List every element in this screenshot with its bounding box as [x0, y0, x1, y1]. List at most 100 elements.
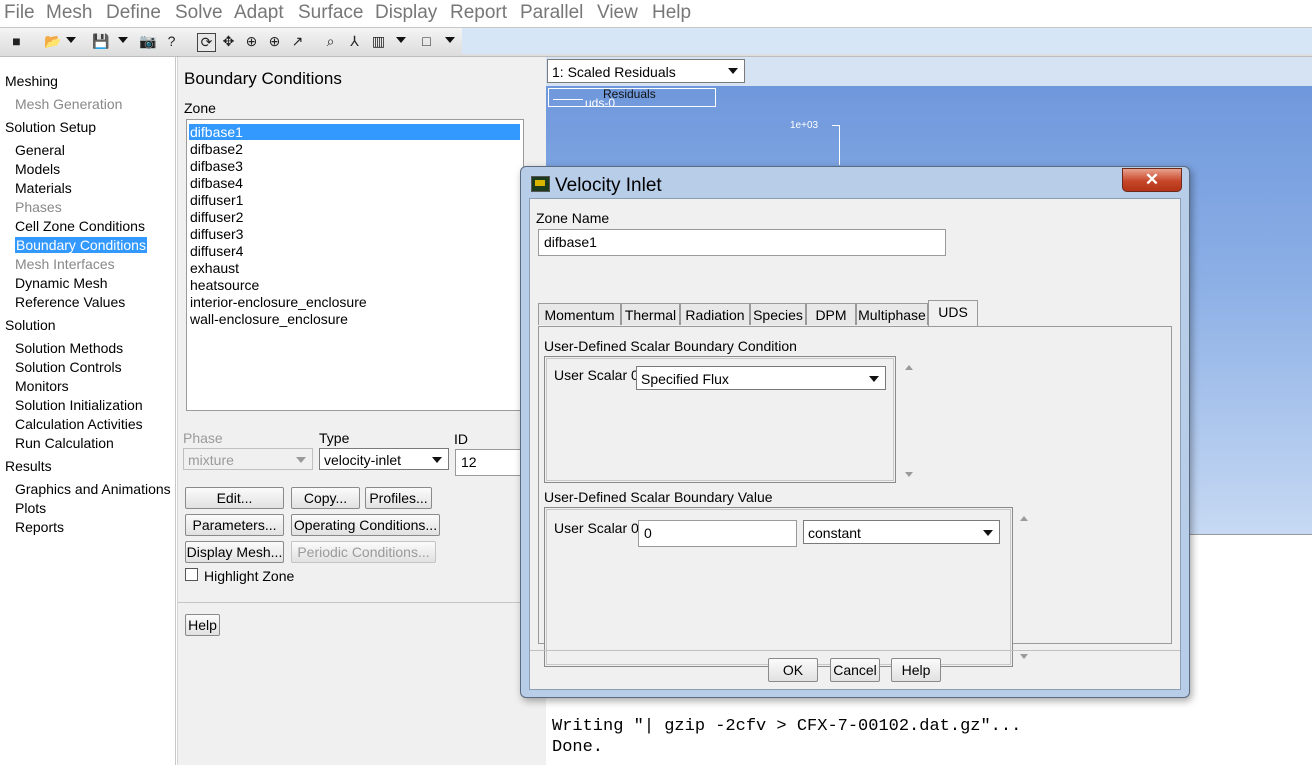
- zone-name-field[interactable]: difbase1: [538, 229, 946, 256]
- graphics-window-select[interactable]: 1: Scaled Residuals: [547, 59, 745, 83]
- tree-item-graphics-and-animations[interactable]: Graphics and Animations: [15, 481, 171, 497]
- operating-conditions-button[interactable]: Operating Conditions...: [291, 514, 440, 536]
- window-icon[interactable]: □: [418, 33, 435, 50]
- tree-item-dynamic-mesh[interactable]: Dynamic Mesh: [15, 275, 108, 291]
- tab-species[interactable]: Species: [750, 303, 806, 325]
- tree-item-monitors[interactable]: Monitors: [15, 378, 69, 394]
- tree-item-cell-zone-conditions[interactable]: Cell Zone Conditions: [15, 218, 145, 234]
- open-dropdown-icon[interactable]: [66, 37, 76, 43]
- zone-list-item[interactable]: difbase4: [190, 175, 243, 191]
- pan-icon[interactable]: ✥: [220, 33, 237, 50]
- tree-item-models[interactable]: Models: [15, 161, 60, 177]
- scroll-down-icon[interactable]: [905, 472, 913, 477]
- menu-file[interactable]: File: [4, 2, 35, 24]
- tab-momentum[interactable]: Momentum: [538, 303, 621, 325]
- open-icon[interactable]: 📂: [44, 33, 61, 50]
- zoom-icon[interactable]: ⊕: [243, 33, 260, 50]
- menu-mesh[interactable]: Mesh: [46, 2, 92, 24]
- zone-list-item[interactable]: diffuser3: [190, 226, 243, 242]
- profiles-button[interactable]: Profiles...: [365, 487, 432, 509]
- bc-type-select[interactable]: Specified Flux: [636, 366, 886, 390]
- menu-report[interactable]: Report: [450, 2, 507, 24]
- graphics-window-value: 1: Scaled Residuals: [552, 64, 676, 80]
- zone-list-item[interactable]: wall-enclosure_enclosure: [190, 311, 348, 327]
- zone-list-item[interactable]: difbase1: [189, 124, 520, 140]
- layout-icon[interactable]: ▥: [370, 33, 387, 50]
- value-section-label: User-Defined Scalar Boundary Value: [544, 489, 773, 505]
- parameters-button[interactable]: Parameters...: [185, 514, 284, 536]
- copy-button[interactable]: Copy...: [291, 487, 360, 509]
- bc-row-label: User Scalar 0: [554, 367, 639, 383]
- chevron-down-icon: [869, 376, 879, 382]
- zoom-fit-icon[interactable]: ⌕: [322, 33, 339, 50]
- type-label: Type: [319, 430, 350, 446]
- scroll-down-icon[interactable]: [1020, 654, 1028, 659]
- dialog-help-button[interactable]: Help: [891, 658, 941, 682]
- zone-list-item[interactable]: heatsource: [190, 277, 259, 293]
- menu-adapt[interactable]: Adapt: [234, 2, 284, 24]
- tree-item-plots[interactable]: Plots: [15, 500, 46, 516]
- value-group: User Scalar 0 0 constant: [544, 507, 1013, 667]
- tab-uds[interactable]: UDS: [928, 300, 978, 326]
- zone-list-item[interactable]: diffuser4: [190, 243, 243, 259]
- tree-item-solution-controls[interactable]: Solution Controls: [15, 359, 122, 375]
- zone-list-item[interactable]: interior-enclosure_enclosure: [190, 294, 367, 310]
- measure-icon[interactable]: ⅄: [346, 33, 363, 50]
- menu-view[interactable]: View: [597, 2, 638, 24]
- menu-help[interactable]: Help: [652, 2, 691, 24]
- save-icon[interactable]: 💾: [92, 33, 109, 50]
- menubar: File Mesh Define Solve Adapt Surface Display Re…: [0, 0, 1312, 26]
- window-dropdown-icon[interactable]: [445, 37, 455, 43]
- tree-item-solution-methods[interactable]: Solution Methods: [15, 340, 123, 356]
- scroll-up-icon[interactable]: [905, 365, 913, 370]
- tree-item-general[interactable]: General: [15, 142, 65, 158]
- zone-list-item[interactable]: exhaust: [190, 260, 239, 276]
- save-dropdown-icon[interactable]: [118, 37, 128, 43]
- tree-item-solution-initialization[interactable]: Solution Initialization: [15, 397, 143, 413]
- tree-item-results[interactable]: Results: [5, 458, 52, 474]
- camera-icon[interactable]: 📷: [139, 33, 156, 50]
- menu-surface[interactable]: Surface: [298, 2, 363, 24]
- zoom-in-icon[interactable]: ⊕: [266, 33, 283, 50]
- tree-item-solution[interactable]: Solution: [5, 317, 56, 333]
- rotate-icon[interactable]: ⟳: [197, 33, 216, 52]
- menu-define[interactable]: Define: [106, 2, 161, 24]
- tree-item-reports[interactable]: Reports: [15, 519, 64, 535]
- zone-list[interactable]: difbase1 difbase2 difbase3 difbase4 diffuser…: [186, 119, 524, 411]
- display-mesh-button[interactable]: Display Mesh...: [185, 541, 284, 563]
- tree-item-boundary-conditions[interactable]: Boundary Conditions: [15, 237, 147, 253]
- edit-button[interactable]: Edit...: [185, 487, 284, 509]
- tree-item-calculation-activities[interactable]: Calculation Activities: [15, 416, 143, 432]
- stop-icon[interactable]: ■: [8, 33, 25, 50]
- type-select[interactable]: velocity-inlet: [319, 448, 449, 470]
- tab-radiation[interactable]: Radiation: [680, 303, 750, 325]
- tab-dpm[interactable]: DPM: [806, 303, 856, 325]
- layout-dropdown-icon[interactable]: [396, 37, 406, 43]
- scroll-up-icon[interactable]: [1020, 516, 1028, 521]
- close-icon[interactable]: ✕: [1122, 168, 1182, 192]
- zone-list-item[interactable]: diffuser1: [190, 192, 243, 208]
- zone-list-item[interactable]: diffuser2: [190, 209, 243, 225]
- ok-button[interactable]: OK: [768, 658, 818, 682]
- panel-title: Boundary Conditions: [184, 69, 342, 88]
- highlight-zone-checkbox[interactable]: [185, 568, 198, 581]
- value-method-select[interactable]: constant: [803, 520, 1000, 544]
- tab-multiphase[interactable]: Multiphase: [856, 303, 928, 325]
- value-input[interactable]: 0: [638, 520, 797, 547]
- tree-item-reference-values[interactable]: Reference Values: [15, 294, 125, 310]
- tab-thermal[interactable]: Thermal: [621, 303, 680, 325]
- tree-item-run-calculation[interactable]: Run Calculation: [15, 435, 114, 451]
- tree-item-meshing[interactable]: Meshing: [5, 73, 58, 89]
- menu-solve[interactable]: Solve: [175, 2, 223, 24]
- probe-icon[interactable]: ↗: [289, 33, 306, 50]
- tree-item-materials[interactable]: Materials: [15, 180, 72, 196]
- id-field[interactable]: 12: [455, 449, 525, 476]
- help-icon[interactable]: ?: [163, 33, 180, 50]
- help-button[interactable]: Help: [185, 614, 220, 636]
- menu-display[interactable]: Display: [375, 2, 437, 24]
- menu-parallel[interactable]: Parallel: [520, 2, 583, 24]
- cancel-button[interactable]: Cancel: [830, 658, 880, 682]
- zone-list-item[interactable]: difbase2: [190, 141, 243, 157]
- zone-list-item[interactable]: difbase3: [190, 158, 243, 174]
- tree-item-solution-setup[interactable]: Solution Setup: [5, 119, 96, 135]
